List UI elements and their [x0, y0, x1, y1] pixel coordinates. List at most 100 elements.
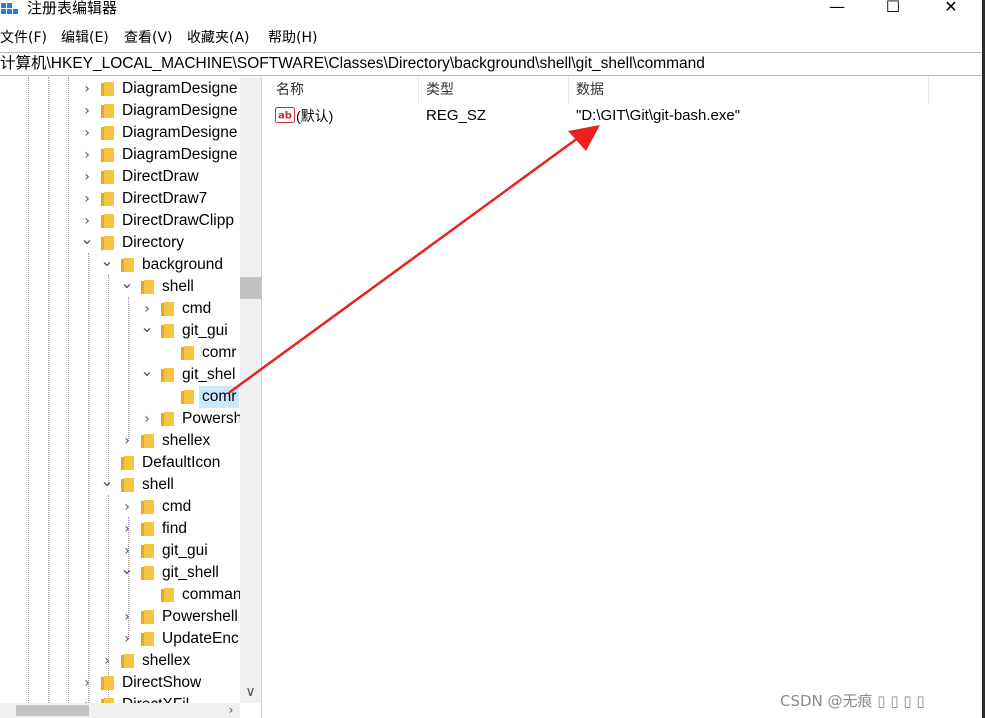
minimize-button[interactable]: — [808, 0, 866, 15]
tree-node-label: git_gui [162, 542, 208, 559]
scroll-right-icon[interactable]: › [222, 703, 240, 718]
tree-node-label: git_shell [162, 564, 219, 581]
tree-node[interactable]: › cmd [0, 298, 240, 320]
tree-node[interactable]: › UpdateEnc [0, 628, 240, 650]
tree-node[interactable]: DefaultIcon [0, 452, 240, 474]
collapse-chevron-icon[interactable]: ⌄ [120, 275, 134, 298]
tree-scroll-thumb[interactable] [240, 277, 261, 299]
svg-text:ab: ab [278, 111, 292, 122]
value-row[interactable]: ab (默认) REG_SZ "D:\GIT\Git\git-bash.exe" [266, 105, 982, 127]
folder-icon [101, 214, 114, 228]
tree-node[interactable]: comr [0, 386, 240, 408]
folder-icon [121, 456, 134, 470]
collapse-chevron-icon[interactable]: ⌄ [80, 231, 94, 254]
tree-node[interactable]: › shellex [0, 430, 240, 452]
expand-chevron-icon[interactable]: › [120, 606, 134, 628]
tree-node[interactable]: › DirectDraw [0, 166, 240, 188]
tree-node[interactable]: ⌄ shell [0, 275, 240, 298]
window-title: 注册表编辑器 [27, 0, 118, 17]
collapse-chevron-icon[interactable]: ⌄ [140, 319, 154, 342]
folder-icon [101, 192, 114, 206]
tree-node[interactable]: › DiagramDesigne [0, 122, 240, 144]
column-header-type[interactable]: 类型 [426, 77, 454, 104]
values-pane[interactable]: 名称 类型 数据 ab (默认) REG_SZ "D:\GIT\Git\git-… [266, 77, 982, 718]
expand-chevron-icon[interactable]: › [80, 78, 94, 100]
key-tree-pane[interactable]: › DiagramDesigne › DiagramDesigne › DiagramDe… [0, 77, 262, 718]
tree-node[interactable]: › shellex [0, 650, 240, 672]
expand-chevron-icon[interactable]: › [120, 518, 134, 540]
expand-chevron-icon[interactable]: › [120, 430, 134, 452]
folder-icon [181, 390, 194, 404]
tree-node-label: shell [162, 278, 194, 295]
tree-node[interactable]: ⌄ Directory [0, 231, 240, 254]
tree-node[interactable]: comr [0, 342, 240, 364]
expand-chevron-icon[interactable]: › [80, 122, 94, 144]
tree-node[interactable]: › DiagramDesigne [0, 100, 240, 122]
tree-node[interactable]: › DirectDraw7 [0, 188, 240, 210]
tree-node[interactable]: › find [0, 518, 240, 540]
expand-chevron-icon[interactable]: › [80, 144, 94, 166]
tree-node-label: Directory [122, 234, 185, 251]
column-header-data[interactable]: 数据 [576, 77, 604, 104]
tree-node[interactable]: ⌄ shell [0, 473, 240, 496]
expand-chevron-icon[interactable]: › [120, 628, 134, 650]
tree-node[interactable]: comman [0, 584, 240, 606]
tree-node-label: git_shel [182, 366, 236, 383]
tree-node[interactable]: ⌄ git_shel [0, 363, 240, 386]
folder-icon [161, 302, 174, 316]
column-divider[interactable] [928, 77, 929, 104]
tree-node-label: comman [182, 586, 240, 603]
tree-node[interactable]: ⌄ git_shell [0, 561, 240, 584]
collapse-chevron-icon[interactable]: ⌄ [100, 473, 114, 496]
tree-node-label: DiagramDesigne [122, 146, 238, 163]
expand-chevron-icon[interactable]: › [80, 166, 94, 188]
menu-view[interactable]: 查看(V) [124, 29, 173, 47]
column-divider[interactable] [418, 77, 419, 104]
tree-node[interactable]: › DirectShow [0, 672, 240, 694]
tree-node-label: DiagramDesigne [122, 80, 238, 97]
column-header-name[interactable]: 名称 [276, 77, 304, 104]
folder-icon [181, 346, 194, 360]
tree-horizontal-scrollbar[interactable]: › [0, 703, 240, 718]
expand-chevron-icon[interactable]: › [100, 650, 114, 672]
registry-editor-window: 注册表编辑器 — ☐ ✕ 文件(F) 编辑(E) 查看(V) 收藏夹(A) 帮助… [0, 0, 982, 718]
folder-icon [101, 148, 114, 162]
tree-node-label: DiagramDesigne [122, 102, 238, 119]
expand-chevron-icon[interactable]: › [80, 100, 94, 122]
expand-chevron-icon[interactable]: › [140, 408, 154, 430]
tree-node-label: DefaultIcon [142, 454, 221, 471]
collapse-chevron-icon[interactable]: ⌄ [140, 363, 154, 386]
tree-vertical-scrollbar[interactable]: ∨ [240, 77, 261, 703]
address-path[interactable]: 计算机\HKEY_LOCAL_MACHINE\SOFTWARE\Classes\… [0, 54, 705, 74]
folder-icon [141, 610, 154, 624]
tree-node[interactable]: ⌄ git_gui [0, 319, 240, 342]
expand-chevron-icon[interactable]: › [80, 188, 94, 210]
column-divider[interactable] [568, 77, 569, 104]
tree-node[interactable]: › DiagramDesigne [0, 78, 240, 100]
maximize-button[interactable]: ☐ [864, 0, 922, 15]
tree-node[interactable]: › Powersh [0, 408, 240, 430]
folder-icon [141, 566, 154, 580]
menu-favorites[interactable]: 收藏夹(A) [187, 29, 250, 47]
tree-node[interactable]: › DiagramDesigne [0, 144, 240, 166]
tree-node[interactable]: › cmd [0, 496, 240, 518]
collapse-chevron-icon[interactable]: ⌄ [120, 561, 134, 584]
folder-icon [141, 522, 154, 536]
tree-node-label: background [142, 256, 224, 273]
tree-hscroll-thumb[interactable] [16, 705, 89, 716]
tree-node[interactable]: › DirectDrawClipp [0, 210, 240, 232]
menu-edit[interactable]: 编辑(E) [61, 29, 109, 47]
close-button[interactable]: ✕ [922, 0, 980, 15]
scroll-down-icon[interactable]: ∨ [240, 681, 261, 703]
value-data: "D:\GIT\Git\git-bash.exe" [576, 107, 741, 124]
tree-node-label: Powershell [162, 608, 238, 625]
folder-icon [161, 324, 174, 338]
menu-file[interactable]: 文件(F) [0, 29, 47, 47]
expand-chevron-icon[interactable]: › [120, 496, 134, 518]
string-value-icon: ab [275, 107, 295, 123]
tree-node[interactable]: › Powershell [0, 606, 240, 628]
menu-help[interactable]: 帮助(H) [268, 29, 317, 47]
expand-chevron-icon[interactable]: › [80, 672, 94, 694]
address-bar[interactable]: 计算机\HKEY_LOCAL_MACHINE\SOFTWARE\Classes\… [0, 52, 982, 76]
collapse-chevron-icon[interactable]: ⌄ [100, 253, 114, 276]
